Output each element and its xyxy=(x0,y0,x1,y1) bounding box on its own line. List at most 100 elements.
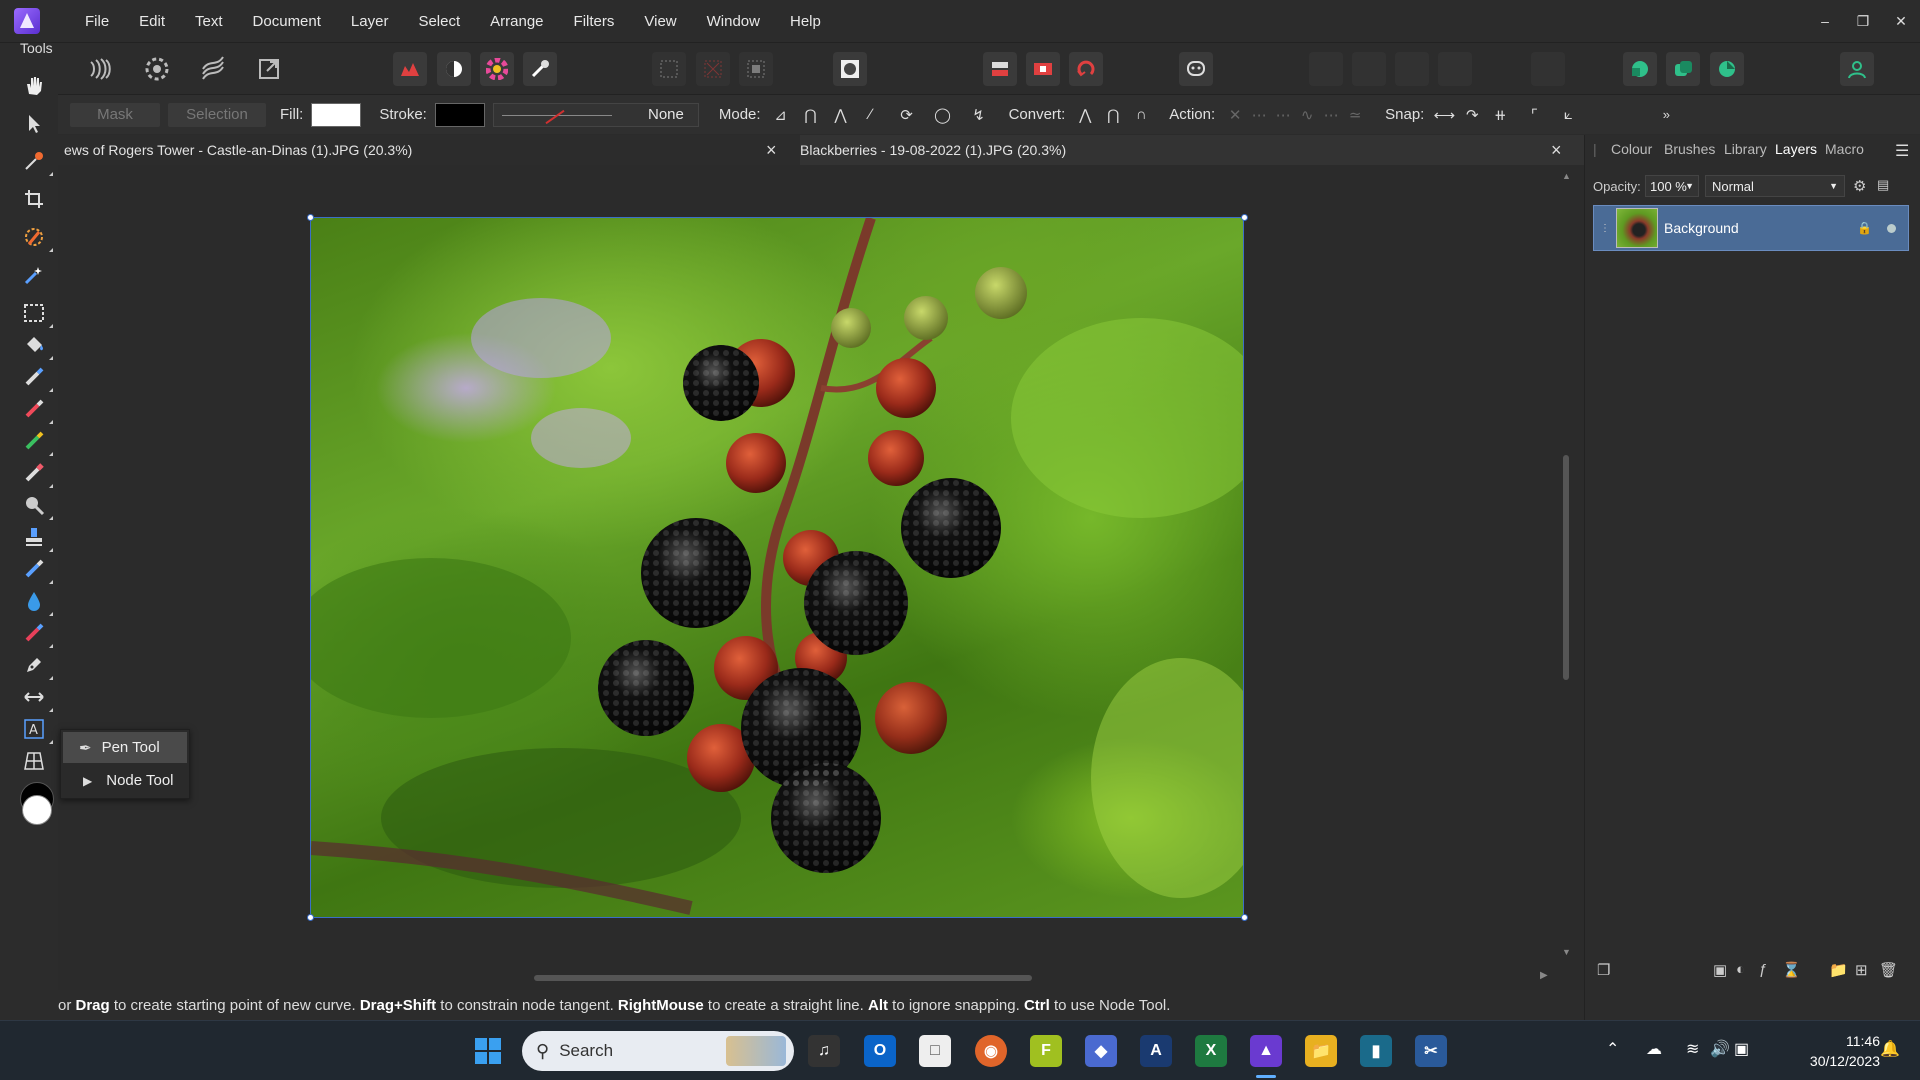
menu-window[interactable]: Window xyxy=(692,13,775,30)
snap-grid-icon[interactable]: ⧺ xyxy=(1488,104,1512,126)
levels-icon[interactable] xyxy=(393,52,427,86)
scroll-up-icon[interactable]: ▲ xyxy=(1562,171,1571,181)
adjustment-icon[interactable]: ◐ xyxy=(1736,961,1745,978)
group-icon[interactable]: 📁 xyxy=(1829,961,1848,979)
selection-handle[interactable] xyxy=(1241,914,1248,921)
quick-mask-icon[interactable] xyxy=(833,52,867,86)
blend-mode-select[interactable]: Normal ▼ xyxy=(1705,175,1845,197)
gear-icon[interactable]: ⚙ xyxy=(1853,177,1866,195)
outlook-icon[interactable]: O xyxy=(864,1035,896,1067)
translator-icon[interactable]: A xyxy=(1140,1035,1172,1067)
horizontal-scrollbar[interactable]: ▶ xyxy=(58,968,1553,988)
stroke-swatch[interactable] xyxy=(434,102,485,127)
layer-row-background[interactable]: ⋮ Background 🔒 xyxy=(1593,205,1909,251)
excel-icon[interactable]: X xyxy=(1195,1035,1227,1067)
rotate-icon[interactable] xyxy=(1069,52,1103,86)
deselect-icon[interactable] xyxy=(696,52,730,86)
affinity-photo-taskbar-icon[interactable]: ▲ xyxy=(1250,1035,1282,1067)
selection-button[interactable]: Selection xyxy=(168,102,266,127)
delete-layer-icon[interactable]: 🗑 xyxy=(1879,961,1898,979)
crop-tool-icon[interactable] xyxy=(21,186,47,212)
font-app-icon[interactable]: F xyxy=(1030,1035,1062,1067)
minimize-icon[interactable]: – xyxy=(1806,13,1844,29)
smart-mode-icon[interactable]: ⋂ xyxy=(799,104,823,126)
selection-brush-tool-icon[interactable] xyxy=(21,224,53,252)
menu-edit[interactable]: Edit xyxy=(124,13,180,30)
snapping-studio-icon[interactable] xyxy=(1710,52,1744,86)
insert-layer-icon[interactable] xyxy=(983,52,1017,86)
tab-blackberries[interactable]: Blackberries - 19-08-2022 (1).JPG (20.3%… xyxy=(800,135,1620,165)
tab-colour[interactable]: Colour xyxy=(1611,141,1652,157)
liquify-persona-icon[interactable] xyxy=(140,52,174,86)
clock[interactable]: 11:46 30/12/2023 xyxy=(1810,1031,1880,1071)
fill-mode-icon[interactable]: ◯ xyxy=(931,104,955,126)
new-layer-icon[interactable]: ⊞ xyxy=(1855,961,1868,979)
flood-fill-tool-icon[interactable] xyxy=(21,332,53,360)
menu-arrange[interactable]: Arrange xyxy=(475,13,558,30)
vertical-scrollbar[interactable]: ▲ ▼ xyxy=(1556,165,1576,965)
layer-options-icon[interactable]: ❐ xyxy=(1597,961,1610,979)
action-more-icon[interactable]: ≃ xyxy=(1343,104,1367,126)
close-tab-icon[interactable]: × xyxy=(1551,140,1562,161)
lock-icon[interactable]: ▤ xyxy=(1877,177,1889,193)
pixel-layer-icon[interactable]: ⌛ xyxy=(1782,961,1801,979)
secondary-colour-swatch[interactable] xyxy=(22,795,52,825)
selection-handle[interactable] xyxy=(307,214,314,221)
flyout-pen-tool[interactable]: ✒ Pen Tool xyxy=(63,732,187,763)
invert-selection-icon[interactable] xyxy=(739,52,773,86)
erase-brush-tool-icon[interactable] xyxy=(21,460,53,488)
menu-document[interactable]: Document xyxy=(238,13,336,30)
action-close-icon[interactable]: ⋯ xyxy=(1247,104,1271,126)
move-tool-icon[interactable] xyxy=(21,110,47,136)
account-icon[interactable] xyxy=(1840,52,1874,86)
dodge-brush-tool-icon[interactable] xyxy=(21,492,53,520)
text-tool-icon[interactable]: A xyxy=(21,716,53,744)
colour-picker-tool-icon[interactable] xyxy=(21,148,53,176)
chevron-up-icon[interactable]: ⌃ xyxy=(1606,1039,1619,1059)
layer-visibility-icon[interactable] xyxy=(1887,223,1896,233)
snap-curve-icon[interactable]: ↷ xyxy=(1460,104,1484,126)
smudge-brush-tool-icon[interactable] xyxy=(21,620,53,648)
blur-brush-tool-icon[interactable] xyxy=(21,588,53,616)
tab-rogers-tower[interactable]: ews of Rogers Tower - Castle-an-Dinas (1… xyxy=(64,135,412,165)
line-mode-icon[interactable]: ∕ xyxy=(859,104,883,126)
snap-options-icon[interactable]: ⟀ xyxy=(1556,104,1580,126)
mesh-warp-tool-icon[interactable] xyxy=(21,684,53,712)
align-icon[interactable] xyxy=(1531,52,1565,86)
menu-view[interactable]: View xyxy=(629,13,691,30)
scroll-down-icon[interactable]: ▼ xyxy=(1562,947,1571,957)
perspective-tool-icon[interactable] xyxy=(21,748,47,774)
stroke-style-picker[interactable]: None xyxy=(492,102,699,127)
pixel-tool-icon[interactable] xyxy=(21,396,53,424)
drag-handle-icon[interactable]: ⋮ xyxy=(1600,223,1610,234)
view-tool-icon[interactable] xyxy=(21,72,47,98)
tab-layers[interactable]: Layers xyxy=(1775,141,1817,157)
action-reverse-icon[interactable]: ⋯ xyxy=(1319,104,1343,126)
flood-select-tool-icon[interactable] xyxy=(21,262,47,288)
menu-text[interactable]: Text xyxy=(180,13,238,30)
arrange-back-icon[interactable] xyxy=(1309,52,1343,86)
arrange-backward-icon[interactable] xyxy=(1352,52,1386,86)
colour-replacement-tool-icon[interactable] xyxy=(21,428,53,456)
menu-file[interactable]: File xyxy=(70,13,124,30)
mask-layer-icon[interactable] xyxy=(1026,52,1060,86)
cloud-icon[interactable]: ☁ xyxy=(1646,1039,1662,1059)
copilot-icon[interactable]: ◆ xyxy=(1085,1035,1117,1067)
convert-smart-icon[interactable]: ∩ xyxy=(1129,104,1153,126)
duplicate-studio-icon[interactable] xyxy=(1666,52,1700,86)
taskbar-search[interactable]: ⚲ Search xyxy=(522,1031,794,1071)
tab-brushes[interactable]: Brushes xyxy=(1664,141,1715,157)
healing-brush-tool-icon[interactable] xyxy=(21,556,53,584)
action-smooth-icon[interactable]: ⋯ xyxy=(1271,104,1295,126)
add-mask-icon[interactable]: ▣ xyxy=(1713,961,1727,979)
action-break-icon[interactable]: ✕ xyxy=(1223,104,1247,126)
restore-icon[interactable]: ❐ xyxy=(1844,13,1882,30)
more-options-icon[interactable]: » xyxy=(1654,104,1678,126)
menu-filters[interactable]: Filters xyxy=(559,13,630,30)
rubber-band-mode-icon[interactable]: ⟳ xyxy=(895,104,919,126)
arrange-front-icon[interactable] xyxy=(1438,52,1472,86)
convert-sharp-icon[interactable]: ⋀ xyxy=(1073,104,1097,126)
selection-handle[interactable] xyxy=(307,914,314,921)
pen-mode-icon[interactable]: ⊿ xyxy=(769,104,793,126)
marquee-tool-icon[interactable] xyxy=(21,300,53,328)
